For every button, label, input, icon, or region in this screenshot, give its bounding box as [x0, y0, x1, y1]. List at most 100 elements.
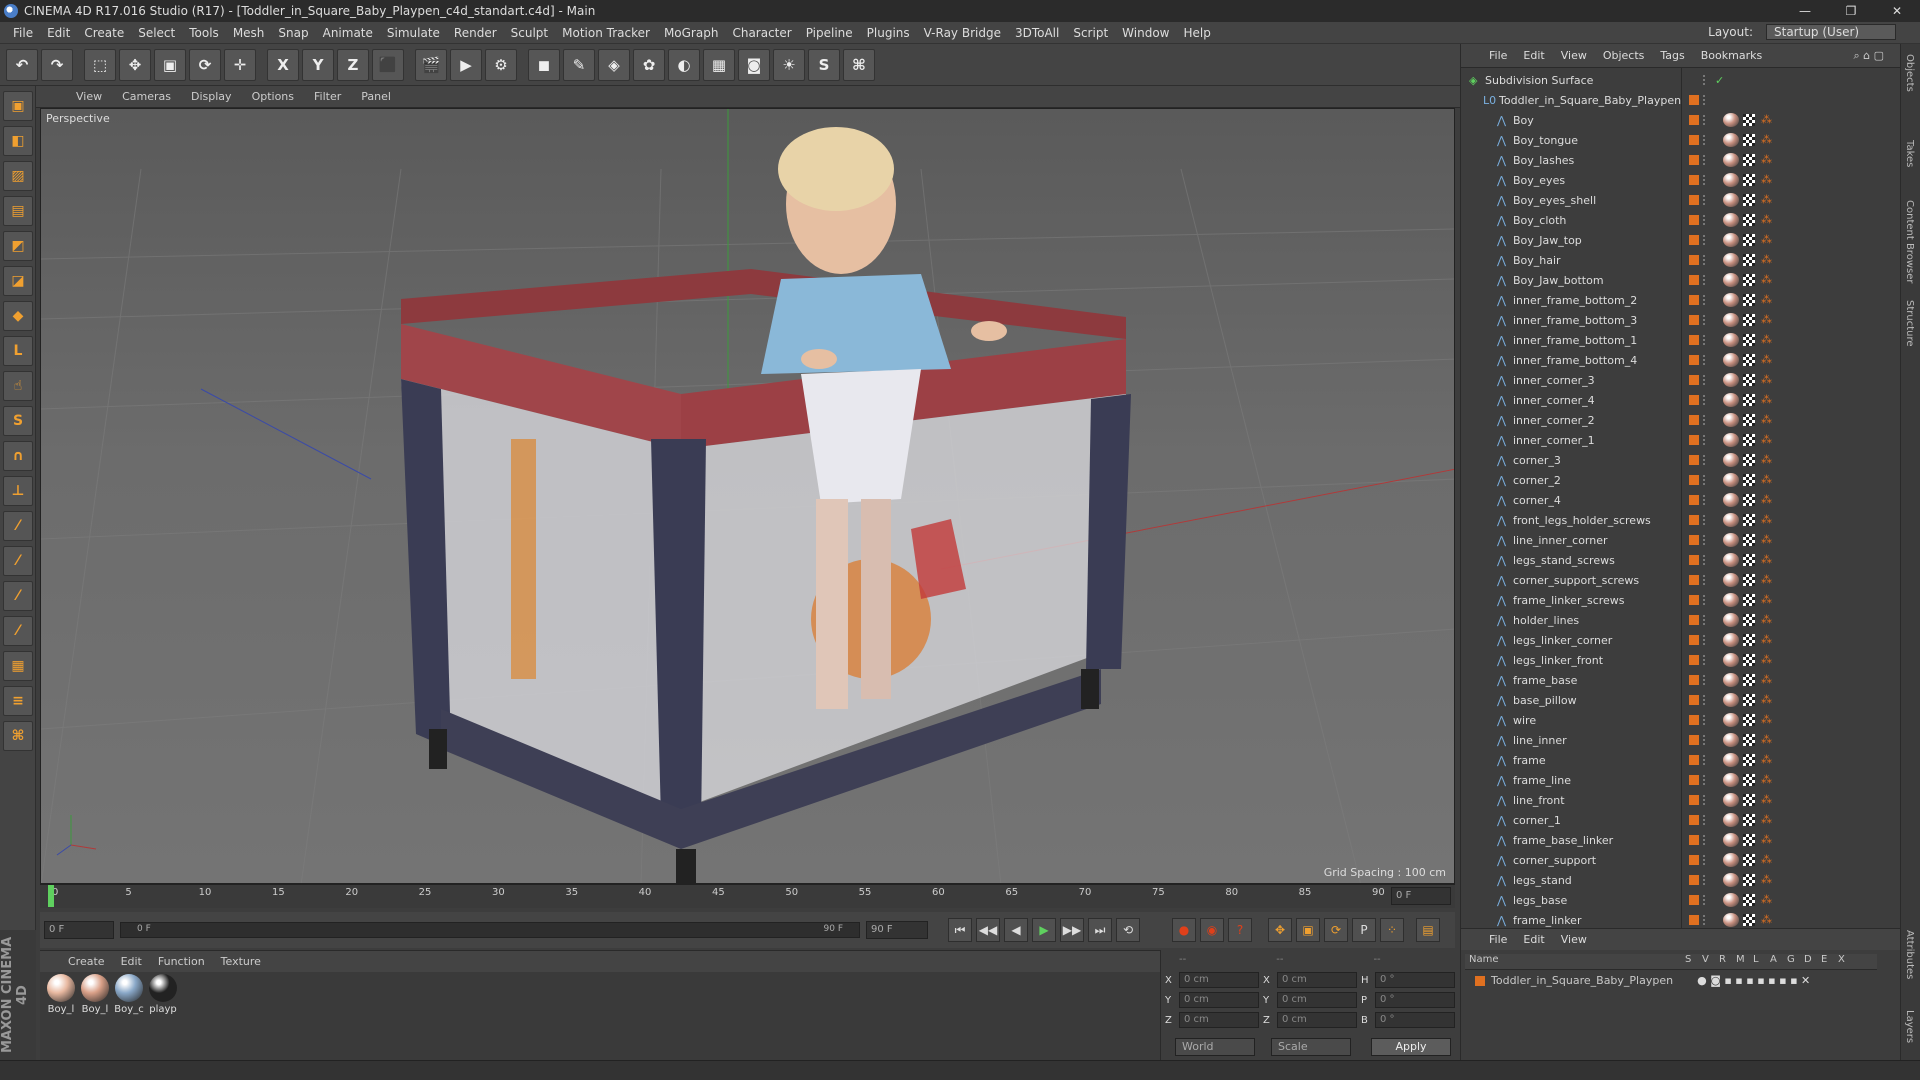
side-tab[interactable]: Objects	[1904, 48, 1915, 98]
menu-sculpt[interactable]: Sculpt	[504, 26, 555, 40]
visibility-toggle[interactable]	[1703, 895, 1709, 905]
material-tag-icon[interactable]	[1723, 293, 1739, 307]
phong-tag-icon[interactable]: ⁂	[1761, 394, 1773, 406]
loop-button[interactable]: ⟲	[1116, 918, 1140, 942]
material-tag-icon[interactable]	[1723, 213, 1739, 227]
texture-tag-icon[interactable]	[1743, 174, 1755, 186]
size-y-field[interactable]: 0 cm	[1277, 992, 1357, 1008]
keyframe-help-icon[interactable]: ?	[1228, 918, 1252, 942]
object-row[interactable]: ⋀ holder_lines ⁂	[1461, 610, 1900, 630]
z-axis-icon[interactable]: Z	[337, 48, 369, 81]
visibility-toggle[interactable]	[1703, 755, 1709, 765]
phong-tag-icon[interactable]: ⁂	[1761, 894, 1773, 906]
material-swatch[interactable]: Boy_l	[46, 974, 76, 1015]
texture-tag-icon[interactable]	[1743, 574, 1755, 586]
search-icon[interactable]: ⌕ ⌂ ▢	[1845, 49, 1892, 63]
menu-mesh[interactable]: Mesh	[226, 26, 272, 40]
object-row[interactable]: ⋀ front_legs_holder_screws ⁂	[1461, 510, 1900, 530]
previous-frame-button[interactable]: ◀	[1004, 918, 1028, 942]
array-icon[interactable]: ✿	[633, 48, 665, 81]
material-menu-create[interactable]: Create	[60, 955, 113, 968]
phong-tag-icon[interactable]: ⁂	[1761, 334, 1773, 346]
floor-icon[interactable]: ▦	[703, 48, 735, 81]
transform-icon[interactable]: ✛	[224, 48, 256, 81]
object-row[interactable]: ⋀ inner_corner_4 ⁂	[1461, 390, 1900, 410]
phong-tag-icon[interactable]: ⁂	[1761, 734, 1773, 746]
y-axis-icon[interactable]: Y	[302, 48, 334, 81]
size-z-field[interactable]: 0 cm	[1277, 1012, 1357, 1028]
material-tag-icon[interactable]	[1723, 833, 1739, 847]
material-tag-icon[interactable]	[1723, 553, 1739, 567]
deformer-icon[interactable]: ◐	[668, 48, 700, 81]
object-row[interactable]: ⋀ corner_support_screws ⁂	[1461, 570, 1900, 590]
texture-tag-icon[interactable]	[1743, 854, 1755, 866]
layer-row[interactable]: Toddler_in_Square_Baby_Playpen ● ◙ ▪ ▪ ▪…	[1475, 974, 1810, 987]
material-tag-icon[interactable]	[1723, 353, 1739, 367]
phong-tag-icon[interactable]: ⁂	[1761, 434, 1773, 446]
texture-tag-icon[interactable]	[1743, 414, 1755, 426]
object-row[interactable]: ⋀ legs_linker_front ⁂	[1461, 650, 1900, 670]
render-view-icon[interactable]: 🎬	[415, 48, 447, 81]
phong-tag-icon[interactable]: ⁂	[1761, 154, 1773, 166]
texture-tag-icon[interactable]	[1743, 594, 1755, 606]
material-swatch[interactable]: Boy_l	[80, 974, 110, 1015]
object-row[interactable]: ⋀ inner_frame_bottom_2 ⁂	[1461, 290, 1900, 310]
object-row[interactable]: ⋀ Boy_Jaw_top ⁂	[1461, 230, 1900, 250]
visibility-toggle[interactable]	[1703, 535, 1709, 545]
texture-tag-icon[interactable]	[1743, 434, 1755, 446]
object-row[interactable]: ⋀ frame_base ⁂	[1461, 670, 1900, 690]
object-row[interactable]: ⋀ inner_corner_1 ⁂	[1461, 430, 1900, 450]
end-frame-field[interactable]: 90 F	[866, 921, 928, 939]
object-row[interactable]: ⋀ Boy_eyes_shell ⁂	[1461, 190, 1900, 210]
phong-tag-icon[interactable]: ⁂	[1761, 874, 1773, 886]
menu-character[interactable]: Character	[725, 26, 798, 40]
phong-tag-icon[interactable]: ⁂	[1761, 754, 1773, 766]
sculpt-icon[interactable]: ⁄	[3, 546, 33, 576]
apply-button[interactable]: Apply	[1371, 1038, 1451, 1056]
objects-menu-view[interactable]: View	[1553, 49, 1595, 62]
objects-menu-edit[interactable]: Edit	[1515, 49, 1552, 62]
visibility-toggle[interactable]	[1703, 615, 1709, 625]
phong-tag-icon[interactable]: ⁂	[1761, 834, 1773, 846]
move-icon[interactable]: ✥	[119, 48, 151, 81]
object-row[interactable]: ⋀ line_inner ⁂	[1461, 730, 1900, 750]
texture-mode-icon[interactable]: ▨	[3, 161, 33, 191]
edges-mode-icon[interactable]: ◪	[3, 266, 33, 296]
start-frame-field[interactable]: 0 F	[44, 921, 114, 939]
python-icon[interactable]: ⌘	[843, 48, 875, 81]
visibility-toggle[interactable]	[1703, 735, 1709, 745]
key-position-icon[interactable]: ✥	[1268, 918, 1292, 942]
visibility-toggle[interactable]	[1703, 575, 1709, 585]
texture-tag-icon[interactable]	[1743, 294, 1755, 306]
redo-icon[interactable]: ↷	[41, 48, 73, 81]
visibility-toggle[interactable]	[1703, 195, 1709, 205]
go-to-end-button[interactable]: ⏭	[1088, 918, 1112, 942]
key-parameter-icon[interactable]: P	[1352, 918, 1376, 942]
texture-tag-icon[interactable]	[1743, 274, 1755, 286]
layer-menu-view[interactable]: View	[1553, 933, 1595, 946]
viewport-menu-options[interactable]: Options	[242, 90, 304, 103]
coordinate-system-icon[interactable]: ⬛	[372, 48, 404, 81]
object-row[interactable]: ⋀ Boy_eyes ⁂	[1461, 170, 1900, 190]
phong-tag-icon[interactable]: ⁂	[1761, 854, 1773, 866]
visibility-toggle[interactable]	[1703, 775, 1709, 785]
visibility-toggle[interactable]	[1703, 115, 1709, 125]
material-tag-icon[interactable]	[1723, 733, 1739, 747]
object-row[interactable]: ⋀ Boy_tongue ⁂	[1461, 130, 1900, 150]
size-mode-dropdown[interactable]: Scale	[1271, 1038, 1351, 1056]
phong-tag-icon[interactable]: ⁂	[1761, 554, 1773, 566]
material-tag-icon[interactable]	[1723, 793, 1739, 807]
phong-tag-icon[interactable]: ⁂	[1761, 794, 1773, 806]
brush-icon[interactable]: ⁄	[3, 511, 33, 541]
material-tag-icon[interactable]	[1723, 573, 1739, 587]
phong-tag-icon[interactable]: ⁂	[1761, 714, 1773, 726]
menu-mograph[interactable]: MoGraph	[657, 26, 726, 40]
material-tag-icon[interactable]	[1723, 313, 1739, 327]
autokey-icon[interactable]: ◉	[1200, 918, 1224, 942]
material-tag-icon[interactable]	[1723, 113, 1739, 127]
texture-tag-icon[interactable]	[1743, 194, 1755, 206]
phong-tag-icon[interactable]: ⁂	[1761, 354, 1773, 366]
object-row[interactable]: ⋀ inner_corner_3 ⁂	[1461, 370, 1900, 390]
texture-tag-icon[interactable]	[1743, 394, 1755, 406]
size-x-field[interactable]: 0 cm	[1277, 972, 1357, 988]
